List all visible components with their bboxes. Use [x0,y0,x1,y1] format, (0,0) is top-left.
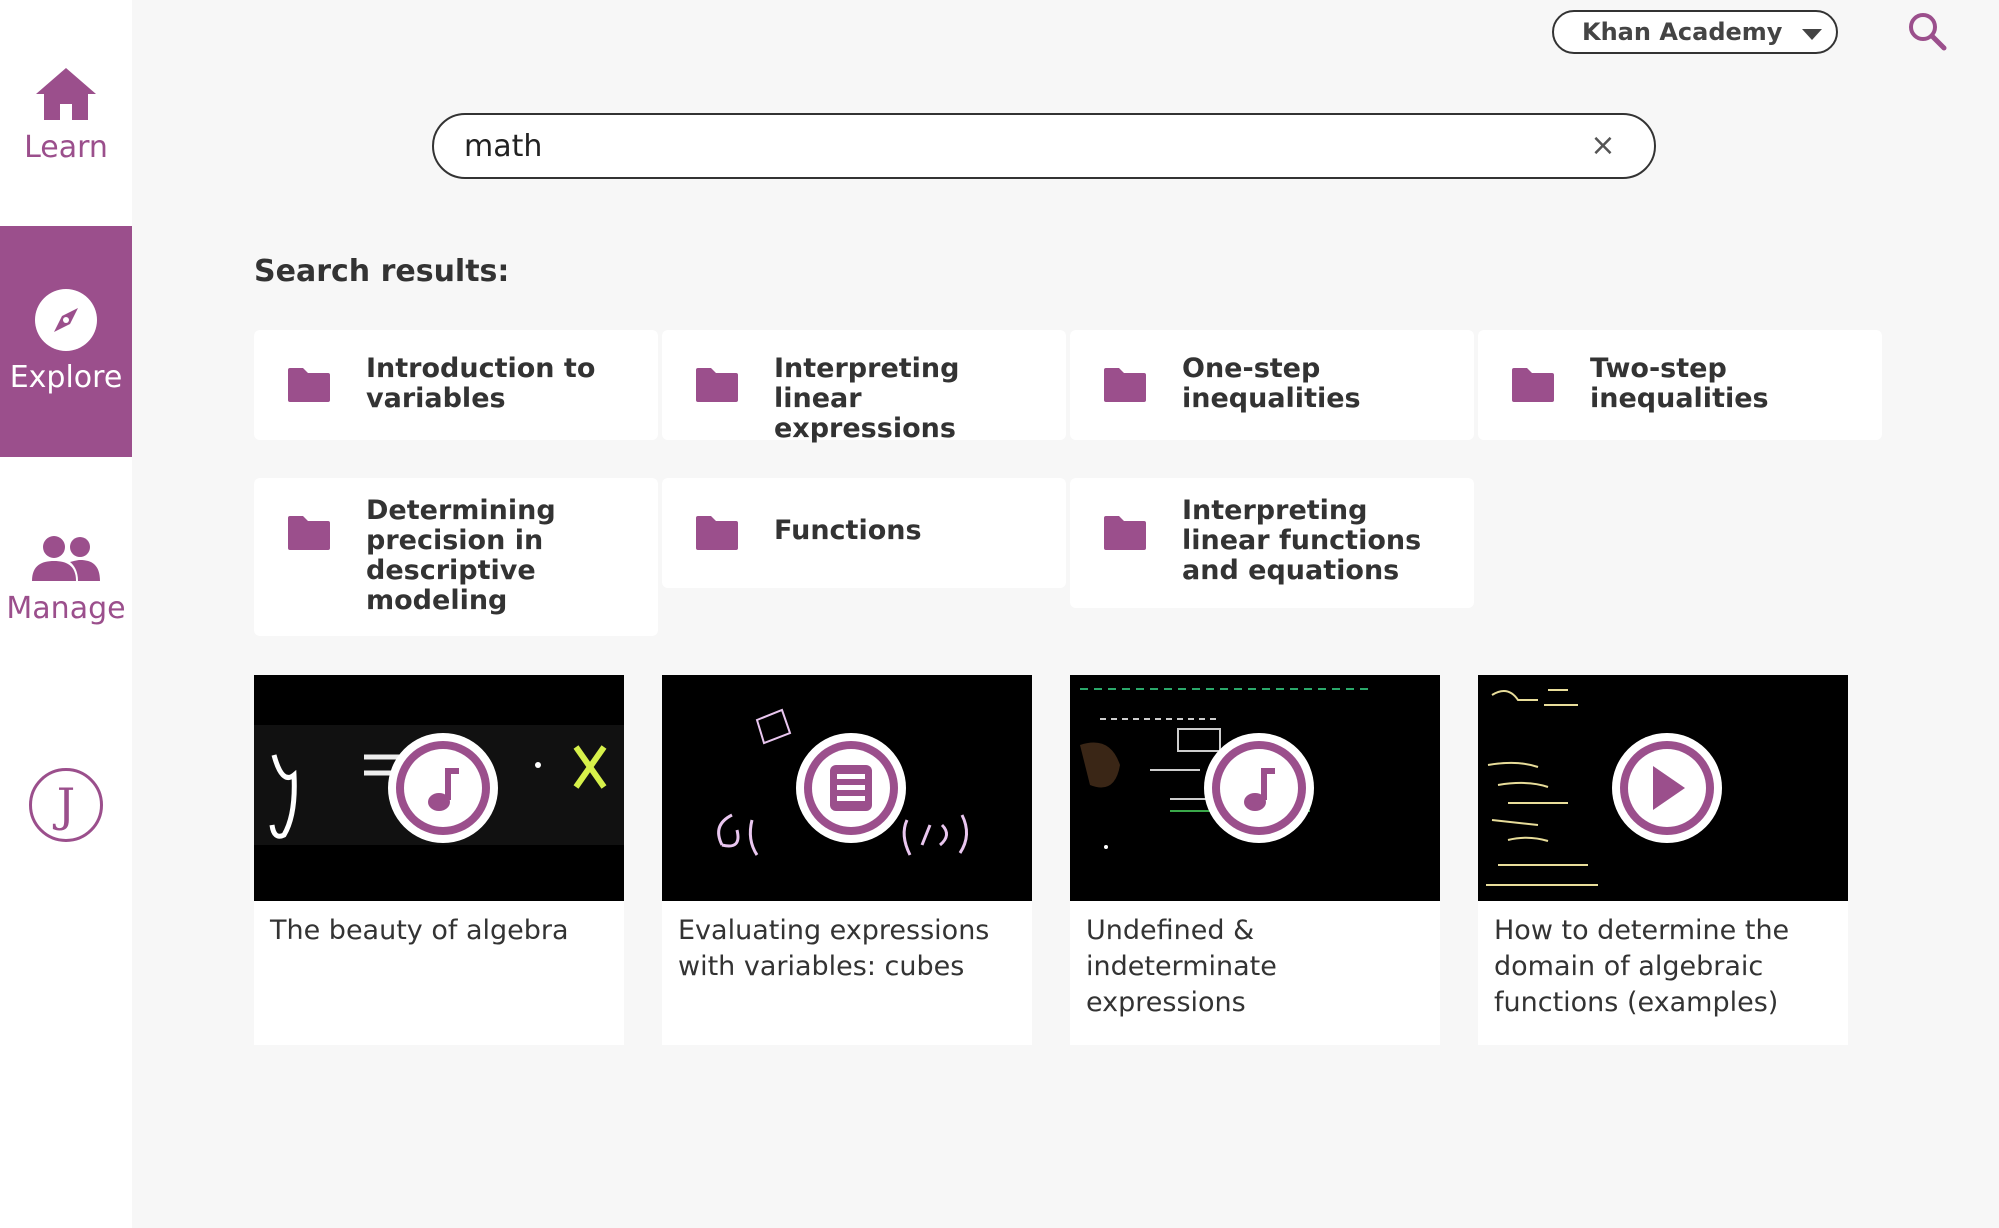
channel-select-value: Khan Academy [1582,18,1783,46]
topic-card[interactable]: Interpreting linear functions and equati… [1070,478,1474,608]
topic-label: Introduction to variables [366,353,596,414]
topic-label: Determining precision in descriptive mod… [366,495,556,616]
search-button[interactable] [1906,10,1950,54]
video-thumbnail [254,675,624,901]
topic-label: Interpreting linear expressions [774,353,960,444]
content-title: Undefined & indeterminate expressions [1086,915,1277,1018]
search-field[interactable]: × [432,113,1656,179]
media-badge [388,733,498,843]
folder-icon [1512,368,1554,402]
document-icon [830,765,872,811]
topic-label: Two-step inequalities [1590,353,1769,414]
nav-user[interactable]: J [0,755,132,855]
topic-label: One-step inequalities [1182,353,1361,414]
topic-card[interactable]: Functions [662,478,1066,588]
people-icon [32,535,100,581]
folder-icon [288,516,330,550]
chevron-down-icon [1802,29,1822,40]
search-icon [1909,13,1947,51]
topic-card[interactable]: Interpreting linear expressions [662,330,1066,444]
topic-card[interactable]: Two-step inequalities [1478,330,1882,440]
close-icon[interactable]: × [1588,131,1618,161]
results-heading: Search results: [254,254,510,289]
topic-label: Interpreting linear functions and equati… [1182,495,1422,586]
compass-icon [35,289,97,351]
nav-manage-label: Manage [6,590,126,626]
content-title: How to determine the domain of algebraic… [1494,915,1790,1018]
nav-explore-label: Explore [9,360,123,395]
video-thumbnail [662,675,1032,901]
play-icon [1653,766,1685,810]
nav-learn[interactable]: Learn [0,50,132,180]
topic-card[interactable]: Introduction to variables [254,330,658,440]
avatar: J [29,768,103,842]
music-note-icon [1244,768,1275,811]
folder-icon [696,516,738,550]
folder-icon [288,368,330,402]
nav-manage[interactable]: Manage [0,515,132,645]
media-badge [1612,733,1722,843]
video-thumbnail [1070,675,1440,901]
media-badge [1204,733,1314,843]
folder-icon [1104,516,1146,550]
content-card[interactable]: The beauty of algebra [254,675,624,1045]
sidebar: Learn Explore Manage J [0,0,132,1228]
channel-select[interactable]: Khan Academy [1552,10,1838,54]
topic-card[interactable]: One-step inequalities [1070,330,1474,440]
content-title: The beauty of algebra [270,915,569,946]
folder-icon [1104,368,1146,402]
video-thumbnail [1478,675,1848,901]
content-card[interactable]: How to determine the domain of algebraic… [1478,675,1848,1045]
nav-explore[interactable]: Explore [0,226,132,457]
topic-label: Functions [774,515,922,546]
content-card[interactable]: Evaluating expressions with variables: c… [662,675,1032,1045]
content-card[interactable]: Undefined & indeterminate expressions [1070,675,1440,1045]
topic-card[interactable]: Determining precision in descriptive mod… [254,478,658,636]
search-input[interactable] [464,128,1564,164]
nav-learn-label: Learn [24,129,108,165]
media-badge [796,733,906,843]
home-icon [36,67,96,120]
folder-icon [696,368,738,402]
music-note-icon [428,768,459,811]
content-title: Evaluating expressions with variables: c… [678,915,990,982]
